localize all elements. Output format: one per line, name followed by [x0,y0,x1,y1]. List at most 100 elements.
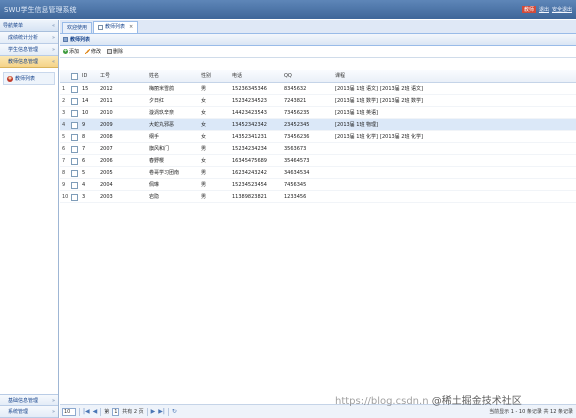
row-number: 10 [62,194,68,200]
row-checkbox[interactable] [71,134,78,141]
table-row[interactable]: 10 3 2003 岩隐 男 11389823821 1233456 [60,191,576,203]
next-page-icon[interactable]: ▶ [151,408,156,416]
column-header-id[interactable]: ID [82,70,102,83]
cell-qq: 3563673 [284,146,307,152]
prev-page-icon[interactable]: ◀ [93,408,98,416]
tab-teacher-list[interactable]: 教师列表 × [93,21,139,33]
sidebar-item-student-management[interactable]: 学生信息管理 » [0,44,58,56]
cell-no: 2011 [100,98,113,104]
pagination-info: 当前显示 1 - 10 条记录 共 12 条记录 [489,409,573,415]
teacher-table: ID 工号 姓名 性别 电话 QQ 课程 1 15 2012 梅丽米雪鸽男 152363… [60,70,576,203]
select-all-checkbox[interactable] [71,73,78,80]
row-checkbox[interactable] [71,194,78,201]
cell-no: 2009 [100,122,113,128]
sidebar-bottom: 基础信息管理 » 系统管理 » [0,394,58,418]
table-row[interactable]: 7 6 2006 春野樱 女 16345475689 35464573 [60,155,576,167]
last-page-icon[interactable]: ▶| [158,408,165,416]
collapse-left-icon[interactable]: « [52,20,55,32]
cell-sex: 女 [201,158,207,164]
cell-no: 2007 [100,146,113,152]
cell-course: [2013届 1班 语文] [2013届 2班 语文] [335,83,575,95]
table-row[interactable]: 2 14 2011 夕日红 女 15234234523 7243821 [2013届 1班 数… [60,95,576,107]
cell-qq: 7456345 [284,182,307,188]
row-checkbox[interactable] [71,146,78,153]
table-row[interactable]: 6 7 2007 旗风和门 男 15234234234 3563673 [60,143,576,155]
watermark-brand: @稀土掘金技术社区 [431,396,522,407]
cell-tel: 15234234234 [232,146,267,152]
current-page-input[interactable]: 1 [112,407,120,416]
first-page-icon[interactable]: |◀ [83,408,90,416]
grid-icon [63,37,68,42]
page-size-select[interactable]: 10 [62,407,76,416]
column-header-course[interactable]: 课程 [335,70,575,83]
panel-title: 教师列表 [70,37,91,43]
divider [167,407,169,416]
cell-no: 2012 [100,86,113,92]
table-row[interactable]: 9 4 2004 佩琳 男 15234523454 7456345 [60,179,576,191]
sidebar-item-label: 成绩统计分析 [8,35,39,41]
cell-tel: 15234234523 [232,98,267,104]
divider [146,407,148,416]
cell-sex: 男 [201,146,207,152]
document-icon [98,25,104,30]
exit-system-link[interactable]: 安全退出 [552,6,572,13]
tab-welcome[interactable]: 欢迎使用 [62,22,93,33]
cell-id: 9 [82,122,86,128]
cell-no: 2008 [100,134,113,140]
cell-tel: 14423423543 [232,110,267,116]
sidebar-item-teacher-management[interactable]: 教师信息管理 « [0,56,58,68]
column-header-tel[interactable]: 电话 [232,70,287,83]
column-header-qq[interactable]: QQ [284,70,334,83]
cell-sex: 男 [201,170,207,176]
cell-name: 大蛇丸邪恶 [149,122,175,128]
cell-name: 春野樱 [149,158,165,164]
sidebar-item-basic-info[interactable]: 基础信息管理 » [0,394,58,406]
row-number: 1 [62,86,66,92]
logout-link[interactable]: 退出 [539,6,549,13]
user-icon [7,75,13,82]
row-checkbox[interactable] [71,98,78,105]
refresh-icon[interactable]: ↻ [172,408,177,416]
cell-id: 5 [82,170,86,176]
column-header-sex[interactable]: 性别 [201,70,226,83]
edit-button[interactable]: 修改 [85,48,101,55]
cell-name: 梅丽米雪鸽 [149,86,175,92]
cell-sex: 男 [201,182,207,188]
row-checkbox[interactable] [71,110,78,117]
cell-course: [2013届 1班 物理] [335,119,575,131]
add-button[interactable]: + 添加 [63,48,79,55]
add-icon: + [63,48,68,54]
course-tag: [2013届 2班 数学] [380,98,423,104]
row-checkbox[interactable] [71,122,78,129]
edit-label: 修改 [91,49,102,55]
cell-qq: 23452345 [284,122,310,128]
close-icon[interactable]: × [129,22,133,33]
cell-sex: 女 [201,134,207,140]
row-checkbox[interactable] [71,86,78,93]
delete-button[interactable]: 删除 [107,48,123,55]
cell-id: 15 [82,86,89,92]
table-row[interactable]: 4 9 2009 大蛇丸邪恶 女 13452342342 23452345 [2013届 1班… [60,119,576,131]
cell-name: 纲手 [149,134,160,140]
cell-no: 2010 [100,110,113,116]
app-header: SWU学生信息管理系统 教师 退出 安全退出 [0,0,576,19]
app-title: SWU学生信息管理系统 [4,6,77,14]
sidebar-subitem-teacher-list[interactable]: 教师列表 [3,72,55,85]
column-header-no[interactable]: 工号 [100,70,140,83]
table-row[interactable]: 5 8 2008 纲手 女 14352341231 73456236 [2013届 1班 化学… [60,131,576,143]
divider [100,407,102,416]
table-row[interactable]: 8 5 2005 卷哥学习团南 男 16234243242 34634534 [60,167,576,179]
row-checkbox[interactable] [71,170,78,177]
cell-tel: 11389823821 [232,194,267,200]
divider [79,407,80,416]
column-header-name[interactable]: 姓名 [149,70,204,83]
row-checkbox[interactable] [71,158,78,165]
sidebar-item-score-analysis[interactable]: 成绩统计分析 » [0,32,58,44]
cell-tel: 16345475689 [232,158,267,164]
row-checkbox[interactable] [71,182,78,189]
sidebar-item-system[interactable]: 系统管理 » [0,406,58,418]
table-row[interactable]: 3 10 2010 漩涡玖辛奈 女 14423423543 73456235 [2013届 1… [60,107,576,119]
table-row[interactable]: 1 15 2012 梅丽米雪鸽 男 15236345346 8345632 [2013届 1班… [60,83,576,95]
cell-tel: 15236345346 [232,86,267,92]
chevron-up-icon: « [51,59,55,65]
